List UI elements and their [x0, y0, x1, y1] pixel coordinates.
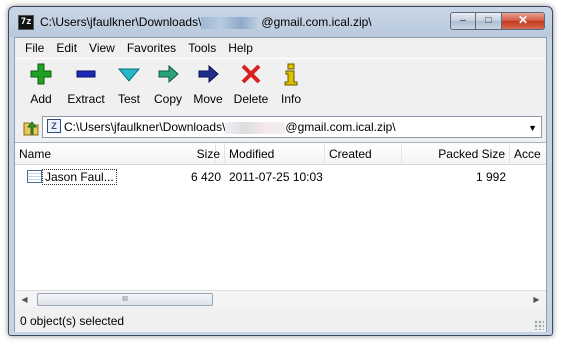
file-icon: [27, 170, 42, 183]
delete-label: Delete: [233, 92, 269, 106]
address-field[interactable]: Z C:\Users\jfaulkner\Downloads\ @gmail.co…: [42, 116, 542, 138]
address-path: C:\Users\jfaulkner\Downloads\ @gmail.com.…: [64, 120, 396, 134]
delete-button[interactable]: Delete: [232, 62, 270, 106]
redacted-block: [225, 121, 286, 134]
delete-x-icon: [241, 64, 261, 84]
row-name-cell[interactable]: Jason Faul...: [42, 168, 162, 186]
status-text: 0 object(s) selected: [20, 314, 125, 328]
column-header-packed-size[interactable]: Packed Size: [402, 143, 510, 165]
file-name: Jason Faul...: [42, 169, 117, 185]
plus-icon: [30, 63, 52, 85]
scroll-right-icon[interactable]: ▶: [530, 293, 543, 306]
chevron-down-icon[interactable]: ▼: [528, 123, 537, 133]
extract-button[interactable]: Extract: [64, 62, 108, 106]
move-button[interactable]: Move: [191, 62, 225, 106]
scroll-thumb[interactable]: III: [37, 293, 213, 306]
row-size-cell: 6 420: [190, 170, 221, 184]
window-title-prefix: C:\Users\jfaulkner\Downloads\: [40, 15, 202, 29]
title-bar[interactable]: 7z C:\Users\jfaulkner\Downloads\ @gmail.c…: [9, 7, 552, 37]
minus-icon: [76, 70, 96, 78]
archive-icon: Z: [47, 119, 61, 133]
menu-help[interactable]: Help: [222, 38, 259, 57]
add-button[interactable]: Add: [25, 62, 57, 106]
minimize-button[interactable]: –: [450, 12, 476, 30]
menu-bar: File Edit View Favorites Tools Help: [15, 38, 546, 57]
menu-edit[interactable]: Edit: [50, 38, 83, 57]
row-modified-cell: 2011-07-25 10:03: [229, 170, 323, 184]
window-title: C:\Users\jfaulkner\Downloads\ @gmail.com.…: [40, 15, 372, 29]
copy-label: Copy: [153, 92, 182, 106]
scroll-left-icon[interactable]: ◀: [18, 293, 31, 306]
row-packed-size-cell: 1 992: [475, 170, 506, 184]
maximize-button[interactable]: □: [476, 12, 502, 30]
copy-arrow-icon: [158, 64, 179, 84]
file-list[interactable]: Name Size Modified Created Packed Size A…: [15, 142, 546, 304]
column-header-created[interactable]: Created: [325, 143, 402, 165]
status-bar: 0 object(s) selected: [15, 310, 546, 332]
close-button[interactable]: ✕: [502, 12, 545, 30]
address-suffix: @gmail.com.ical.zip\: [285, 120, 396, 134]
app-window: 7z C:\Users\jfaulkner\Downloads\ @gmail.c…: [8, 6, 553, 336]
menu-favorites[interactable]: Favorites: [121, 38, 182, 57]
redacted-block: [201, 16, 262, 29]
column-header-modified[interactable]: Modified: [225, 143, 325, 165]
test-button[interactable]: Test: [113, 62, 145, 106]
add-label: Add: [30, 92, 52, 106]
menu-tools[interactable]: Tools: [182, 38, 222, 57]
test-label: Test: [117, 92, 140, 106]
move-label: Move: [193, 92, 223, 106]
column-header-size[interactable]: Size: [175, 143, 225, 165]
checkmark-icon: [117, 68, 141, 82]
sevenzip-app-icon[interactable]: 7z: [18, 15, 34, 30]
menu-file[interactable]: File: [19, 38, 50, 57]
address-prefix: C:\Users\jfaulkner\Downloads\: [64, 120, 226, 134]
client-area: File Edit View Favorites Tools Help Add …: [14, 37, 547, 332]
list-header: Name Size Modified Created Packed Size A…: [15, 143, 546, 165]
move-arrow-icon: [198, 64, 219, 84]
info-label: Info: [280, 92, 301, 106]
info-icon: [284, 63, 298, 86]
resize-grip-icon[interactable]: [534, 320, 544, 330]
up-folder-icon[interactable]: [21, 117, 41, 137]
address-bar: Z C:\Users\jfaulkner\Downloads\ @gmail.co…: [15, 114, 546, 140]
table-row[interactable]: Jason Faul... 6 420 2011-07-25 10:03 1 9…: [15, 168, 546, 186]
menu-view[interactable]: View: [83, 38, 121, 57]
info-button[interactable]: Info: [277, 62, 305, 106]
column-header-accessed[interactable]: Acce: [510, 143, 546, 165]
toolbar: Add Extract Test Copy Move Delete Info: [15, 58, 546, 110]
horizontal-scrollbar[interactable]: ◀ III ▶: [15, 290, 546, 307]
row-created-cell: [329, 168, 399, 186]
window-title-suffix: @gmail.com.ical.zip\: [261, 15, 372, 29]
copy-button[interactable]: Copy: [152, 62, 184, 106]
extract-label: Extract: [67, 92, 105, 106]
